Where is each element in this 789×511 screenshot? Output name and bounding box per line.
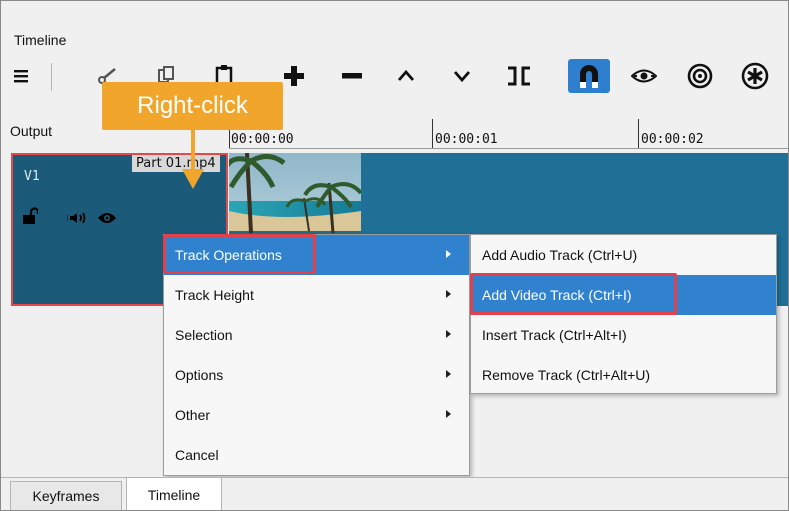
menu-item-label: Selection — [175, 327, 233, 343]
ruler-baseline — [229, 148, 788, 149]
menu-item-selection[interactable]: Selection — [164, 315, 469, 355]
ripple-all-icon[interactable] — [737, 59, 773, 93]
scrub-icon[interactable] — [627, 59, 661, 93]
toolbar-divider — [51, 63, 52, 91]
submenu-arrow-icon — [446, 330, 451, 338]
clip-name-label: Part 01.mp4 — [132, 155, 220, 172]
menu-item-track-operations[interactable]: Track Operations — [164, 235, 469, 275]
menu-item-add-video-track[interactable]: Add Video Track (Ctrl+I) — [471, 275, 776, 315]
menu-item-label: Add Video Track (Ctrl+I) — [482, 287, 632, 303]
track-context-menu: Track Operations Track Height Selection … — [163, 234, 470, 476]
overwrite-icon[interactable] — [447, 59, 477, 93]
menu-item-label: Cancel — [175, 447, 219, 463]
audio-mute-icon[interactable] — [65, 211, 87, 228]
menu-item-remove-track[interactable]: Remove Track (Ctrl+Alt+U) — [471, 355, 776, 395]
menu-item-label: Remove Track (Ctrl+Alt+U) — [482, 367, 651, 383]
ruler-time-0: 00:00:00 — [231, 132, 294, 147]
menu-item-label: Insert Track (Ctrl+Alt+I) — [482, 327, 627, 343]
menu-item-label: Track Operations — [175, 247, 282, 263]
menu-item-insert-track[interactable]: Insert Track (Ctrl+Alt+I) — [471, 315, 776, 355]
ruler-tick — [432, 119, 433, 149]
remove-icon[interactable] — [337, 59, 367, 93]
callout-arrow-stem — [191, 130, 195, 170]
menu-item-cancel[interactable]: Cancel — [164, 435, 469, 475]
ripple-icon[interactable] — [683, 59, 717, 93]
menu-item-label: Other — [175, 407, 211, 423]
submenu-arrow-icon — [446, 250, 451, 258]
submenu-arrow-icon — [446, 410, 451, 418]
menu-item-add-audio-track[interactable]: Add Audio Track (Ctrl+U) — [471, 235, 776, 275]
snap-magnet-icon[interactable] — [568, 59, 610, 93]
menu-item-track-height[interactable]: Track Height — [164, 275, 469, 315]
add-icon[interactable] — [279, 59, 309, 93]
right-click-callout: Right-click — [102, 82, 283, 130]
submenu-arrow-icon — [446, 370, 451, 378]
menu-item-label: Options — [175, 367, 224, 383]
tab-keyframes[interactable]: Keyframes — [10, 481, 122, 510]
track-name: V1 — [24, 169, 40, 184]
submenu-arrow-icon — [446, 290, 451, 298]
menu-item-label: Track Height — [175, 287, 254, 303]
ruler-time-1: 00:00:01 — [435, 132, 498, 147]
bottom-tab-bar: Keyframes Timeline — [1, 477, 788, 510]
menu-item-options[interactable]: Options — [164, 355, 469, 395]
ruler-time-2: 00:00:02 — [641, 132, 704, 147]
split-icon[interactable] — [502, 59, 536, 93]
callout-arrow-head — [182, 169, 204, 189]
ruler-tick — [638, 119, 639, 149]
output-label: Output — [10, 123, 53, 139]
panel-title: Timeline — [14, 32, 67, 48]
visibility-eye-icon[interactable] — [97, 211, 117, 228]
menu-item-label: Add Audio Track (Ctrl+U) — [482, 247, 638, 263]
track-operations-submenu: Add Audio Track (Ctrl+U) Add Video Track… — [470, 234, 777, 394]
tab-timeline[interactable]: Timeline — [126, 478, 222, 510]
lock-icon[interactable] — [22, 207, 40, 228]
lift-icon[interactable] — [391, 59, 421, 93]
menu-icon[interactable] — [9, 59, 33, 93]
menu-item-other[interactable]: Other — [164, 395, 469, 435]
timeline-window: Timeline Output 00:00:00 00:00:01 00:00:… — [0, 0, 789, 511]
